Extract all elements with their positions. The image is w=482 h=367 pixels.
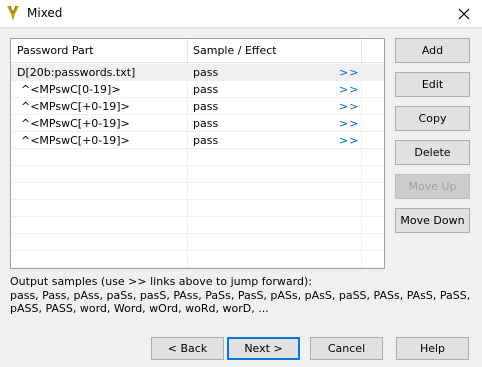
- password-parts-list[interactable]: Password Part Sample / Effect D[20b:pass…: [10, 38, 385, 269]
- jump-forward-link[interactable]: >>: [339, 81, 359, 98]
- output-samples-label: Output samples (use >> links above to ju…: [10, 275, 312, 288]
- password-part-cell: D[20b:passwords.txt]: [17, 66, 136, 79]
- output-samples-text: pass, Pass, pAss, paSs, pasS, PAss, PaSs…: [10, 289, 471, 315]
- empty-row: [11, 217, 384, 234]
- sample-effect-cell: pass: [193, 83, 219, 96]
- sample-effect-cell: pass: [193, 66, 219, 79]
- table-row[interactable]: ^<MPswC[+0-19]> pass >>: [11, 98, 384, 115]
- empty-row: [11, 166, 384, 183]
- copy-button[interactable]: Copy: [395, 106, 470, 131]
- jump-forward-link[interactable]: >>: [339, 98, 359, 115]
- dialog-footer: < Back Next > Cancel Help: [0, 329, 482, 367]
- table-row[interactable]: ^<MPswC[+0-19]> pass >>: [11, 132, 384, 149]
- password-part-cell: ^<MPswC[0-19]>: [21, 83, 121, 96]
- back-button[interactable]: < Back: [151, 337, 224, 360]
- close-button[interactable]: [446, 0, 482, 27]
- back-button-label: < Back: [167, 342, 208, 355]
- table-row[interactable]: D[20b:passwords.txt] pass >>: [11, 64, 384, 81]
- app-logo-icon: [7, 5, 19, 21]
- jump-forward-link[interactable]: >>: [339, 64, 359, 81]
- empty-row: [11, 183, 384, 200]
- window-title: Mixed: [27, 6, 63, 20]
- jump-forward-link[interactable]: >>: [339, 132, 359, 149]
- password-part-cell: ^<MPswC[+0-19]>: [21, 134, 130, 147]
- sample-effect-cell: pass: [193, 100, 219, 113]
- delete-button[interactable]: Delete: [395, 140, 470, 165]
- next-button[interactable]: Next >: [227, 337, 300, 360]
- close-icon: [458, 8, 470, 19]
- table-row[interactable]: ^<MPswC[0-19]> pass >>: [11, 81, 384, 98]
- next-button-label: Next >: [244, 342, 283, 355]
- table-row[interactable]: ^<MPswC[+0-19]> pass >>: [11, 115, 384, 132]
- empty-row: [11, 149, 384, 166]
- empty-row: [11, 251, 384, 268]
- jump-forward-link[interactable]: >>: [339, 115, 359, 132]
- move-up-button[interactable]: Move Up: [395, 174, 470, 199]
- password-part-cell: ^<MPswC[+0-19]>: [21, 100, 130, 113]
- sample-effect-cell: pass: [193, 117, 219, 130]
- move-down-button[interactable]: Move Down: [395, 208, 470, 233]
- column-header-password-part[interactable]: Password Part: [11, 39, 94, 63]
- add-button[interactable]: Add: [395, 38, 470, 63]
- dialog-body: Password Part Sample / Effect D[20b:pass…: [0, 27, 482, 367]
- empty-row: [11, 200, 384, 217]
- column-divider[interactable]: [361, 39, 362, 63]
- help-button-label: Help: [419, 342, 446, 355]
- empty-row: [11, 234, 384, 251]
- sample-effect-cell: pass: [193, 134, 219, 147]
- cancel-button[interactable]: Cancel: [310, 337, 383, 360]
- cancel-button-label: Cancel: [327, 342, 366, 355]
- column-header-sample-effect[interactable]: Sample / Effect: [187, 39, 277, 63]
- password-part-cell: ^<MPswC[+0-19]>: [21, 117, 130, 130]
- help-button[interactable]: Help: [396, 337, 469, 360]
- title-bar: Mixed: [0, 0, 482, 27]
- list-header: Password Part Sample / Effect: [11, 39, 384, 63]
- edit-button[interactable]: Edit: [395, 72, 470, 97]
